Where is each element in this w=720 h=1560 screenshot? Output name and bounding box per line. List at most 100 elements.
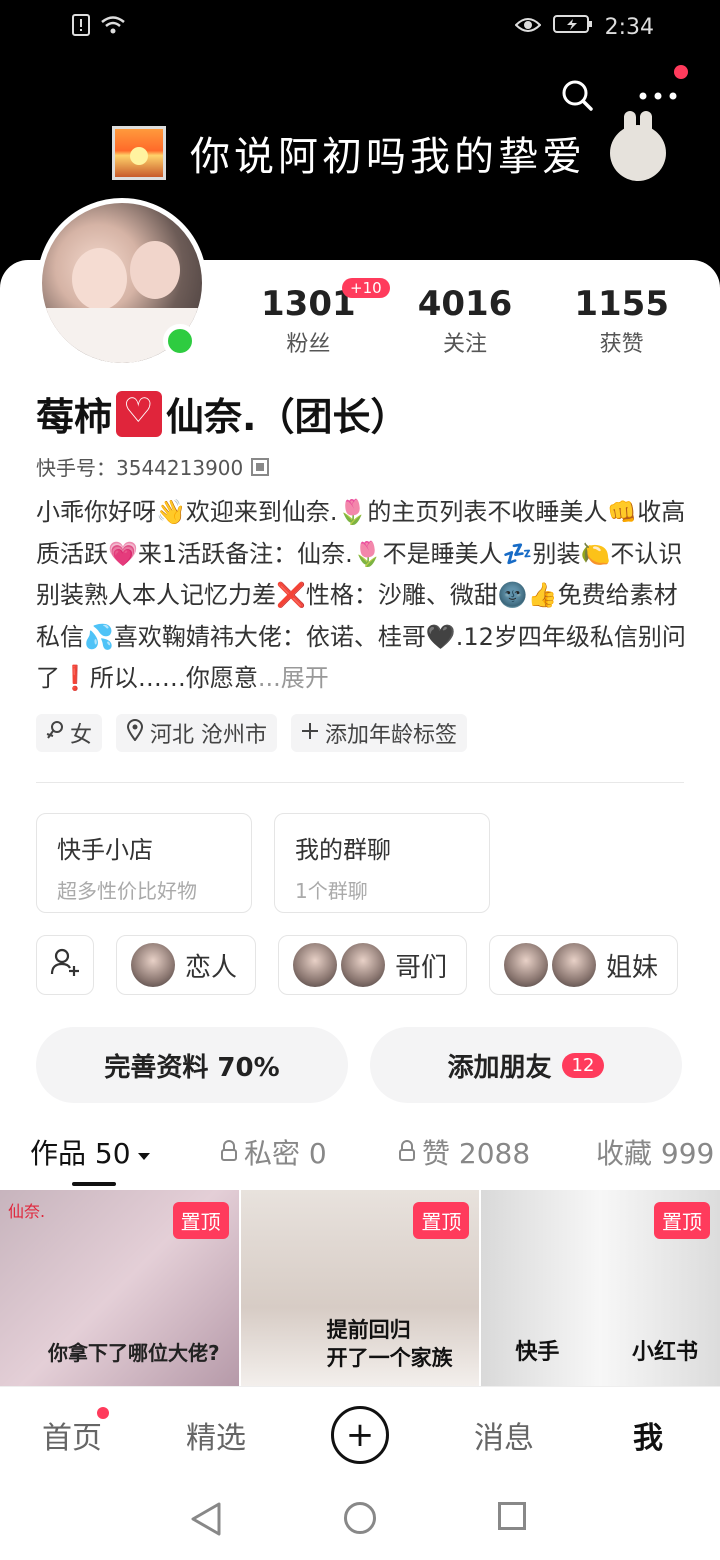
- tab-private[interactable]: 私密 0: [220, 1132, 398, 1172]
- work-thumbnail[interactable]: 仙奈. 置顶 你拿下了哪位大佬?: [0, 1190, 239, 1386]
- relation-bros[interactable]: 哥们: [278, 935, 467, 995]
- complete-profile-button[interactable]: 完善资料 70%: [36, 1027, 348, 1103]
- more-options-icon[interactable]: [636, 80, 680, 110]
- thumbnail-caption-left: 快手: [515, 1340, 560, 1365]
- add-friend-label: 添加朋友: [447, 1052, 552, 1083]
- status-bar: 2:34: [0, 0, 720, 56]
- profile-actions: 完善资料 70% 添加朋友 12: [36, 1027, 682, 1103]
- tab-favorites[interactable]: 收藏 999: [596, 1132, 720, 1172]
- caption-line: 提前回归: [326, 1318, 411, 1342]
- plus-icon: +: [345, 1414, 375, 1455]
- tag-label: 河北 沧州市: [150, 723, 268, 748]
- nav-messages[interactable]: 消息: [432, 1413, 576, 1457]
- complete-profile-label: 完善资料 70%: [104, 1052, 280, 1083]
- create-plus-button[interactable]: +: [331, 1405, 389, 1464]
- qr-code-icon[interactable]: [251, 457, 270, 476]
- back-icon[interactable]: [190, 1502, 222, 1540]
- kuaishou-id-text: 快手号：3544213900: [36, 456, 244, 480]
- nav-home[interactable]: 首页: [0, 1406, 144, 1457]
- relation-label: 哥们: [395, 952, 448, 983]
- nav-me[interactable]: 我: [576, 1413, 720, 1457]
- kuaishou-id[interactable]: 快手号：3544213900: [36, 452, 270, 481]
- kuaishou-shop-box[interactable]: 快手小店 超多性价比好物: [36, 813, 252, 913]
- lock-icon: [398, 1136, 416, 1169]
- thumbnail-caption: 提前回归 开了一个家族: [327, 1316, 453, 1372]
- battery-icon: [552, 14, 593, 40]
- bottom-nav: 首页 精选 + 消息 我: [0, 1386, 720, 1482]
- nav-create[interactable]: +: [288, 1405, 432, 1464]
- add-friend-count-badge: 12: [561, 1052, 605, 1078]
- nav-featured[interactable]: 精选: [144, 1413, 288, 1457]
- stat-followers[interactable]: 1301 粉丝 +10: [230, 278, 390, 358]
- add-person-icon: [50, 947, 80, 984]
- relation-avatar: [131, 943, 175, 987]
- tab-works[interactable]: 作品 50: [30, 1132, 220, 1172]
- group-chat-box[interactable]: 我的群聊 1个群聊: [274, 813, 490, 913]
- add-friend-button[interactable]: 添加朋友 12: [370, 1027, 682, 1103]
- bio-text: 小乖你好呀👋欢迎来到仙奈.🌷的主页列表不收睡美人👊收高质活跃💗来1活跃备注：仙奈…: [36, 498, 686, 692]
- tag-add-age[interactable]: 添加年龄标签: [291, 714, 468, 752]
- sim-alert-icon: [72, 14, 90, 42]
- box-subtitle: 超多性价比好物: [57, 879, 197, 903]
- work-thumbnail[interactable]: 置顶 快手 小红书: [481, 1190, 720, 1386]
- nav-label: 精选: [186, 1420, 246, 1456]
- tab-label: 赞 2088: [422, 1137, 531, 1170]
- stat-number: 4016: [417, 284, 513, 324]
- online-status-dot: [163, 324, 197, 358]
- caret-down-icon: [137, 1136, 151, 1169]
- tag-label: 女: [70, 723, 93, 748]
- relations-row: 恋人 哥们 姐妹: [36, 935, 678, 995]
- tab-label: 私密 0: [244, 1137, 327, 1170]
- relation-avatars: [504, 943, 596, 987]
- tag-location[interactable]: 河北 沧州市: [116, 714, 278, 752]
- plus-icon: [301, 721, 319, 746]
- profile-name: 莓柿 仙奈.（团长）: [36, 386, 408, 441]
- home-icon[interactable]: [344, 1502, 376, 1534]
- nav-notification-dot: [97, 1406, 109, 1419]
- avatar-face: [130, 241, 180, 299]
- profile-stats: 1301 粉丝 +10 4016 关注 1155 获赞: [230, 278, 700, 358]
- wifi-icon: [100, 14, 126, 42]
- female-icon: [46, 720, 64, 746]
- tab-likes[interactable]: 赞 2088: [398, 1132, 596, 1172]
- expand-link[interactable]: ...展开: [258, 664, 329, 692]
- heart-emoji-icon: [116, 390, 163, 437]
- nav-label: 我: [633, 1420, 663, 1456]
- relation-label: 姐妹: [606, 952, 659, 983]
- caption-line: 开了一个家族: [326, 1346, 453, 1370]
- relation-sisters[interactable]: 姐妹: [489, 935, 678, 995]
- stat-likes[interactable]: 1155 获赞: [543, 284, 700, 358]
- tag-gender[interactable]: 女: [36, 714, 103, 752]
- relation-lover[interactable]: 恋人: [116, 935, 256, 995]
- stat-label: 获赞: [599, 332, 644, 357]
- box-subtitle: 1个群聊: [295, 879, 368, 903]
- relation-avatars: [293, 943, 385, 987]
- avatar-face: [72, 248, 127, 310]
- system-nav-bar: [0, 1482, 720, 1560]
- stat-label: 粉丝: [286, 332, 331, 357]
- relation-label: 恋人: [185, 952, 238, 983]
- new-followers-badge: +10: [342, 278, 390, 298]
- search-icon[interactable]: [560, 78, 596, 114]
- profile-banner: 你说阿初吗我的挚爱: [112, 111, 666, 188]
- pinned-badge: 置顶: [654, 1202, 711, 1239]
- stat-label: 关注: [443, 332, 488, 357]
- add-relation-button[interactable]: [36, 935, 94, 995]
- profile-bio[interactable]: 小乖你好呀👋欢迎来到仙奈.🌷的主页列表不收睡美人👊收高质活跃💗来1活跃备注：仙奈…: [36, 492, 686, 700]
- profile-name-part1: 莓柿: [36, 395, 113, 439]
- stat-following[interactable]: 4016 关注: [387, 284, 544, 358]
- thumbnail-corner-text: 仙奈.: [8, 1202, 46, 1221]
- work-thumbnail[interactable]: 置顶 提前回归 开了一个家族: [240, 1190, 480, 1386]
- tab-label: 收藏 999: [596, 1137, 715, 1170]
- feature-boxes: 快手小店 超多性价比好物 我的群聊 1个群聊: [36, 813, 490, 913]
- relation-avatar: [552, 943, 596, 987]
- works-grid: 仙奈. 置顶 你拿下了哪位大佬? 置顶 提前回归 开了一个家族 置顶 快手 小红…: [0, 1190, 720, 1386]
- recent-apps-icon[interactable]: [498, 1502, 526, 1530]
- banner-text: 你说阿初吗我的挚爱: [190, 134, 586, 180]
- content-tabs: 作品 50 私密 0 赞 2088 收藏 999: [30, 1132, 720, 1172]
- relation-avatar: [341, 943, 385, 987]
- relation-avatar: [293, 943, 337, 987]
- profile-name-part2: 仙奈.（团长）: [166, 395, 409, 439]
- thumbnail-caption: 你拿下了哪位大佬?: [48, 1341, 220, 1365]
- box-title: 快手小店: [57, 836, 153, 864]
